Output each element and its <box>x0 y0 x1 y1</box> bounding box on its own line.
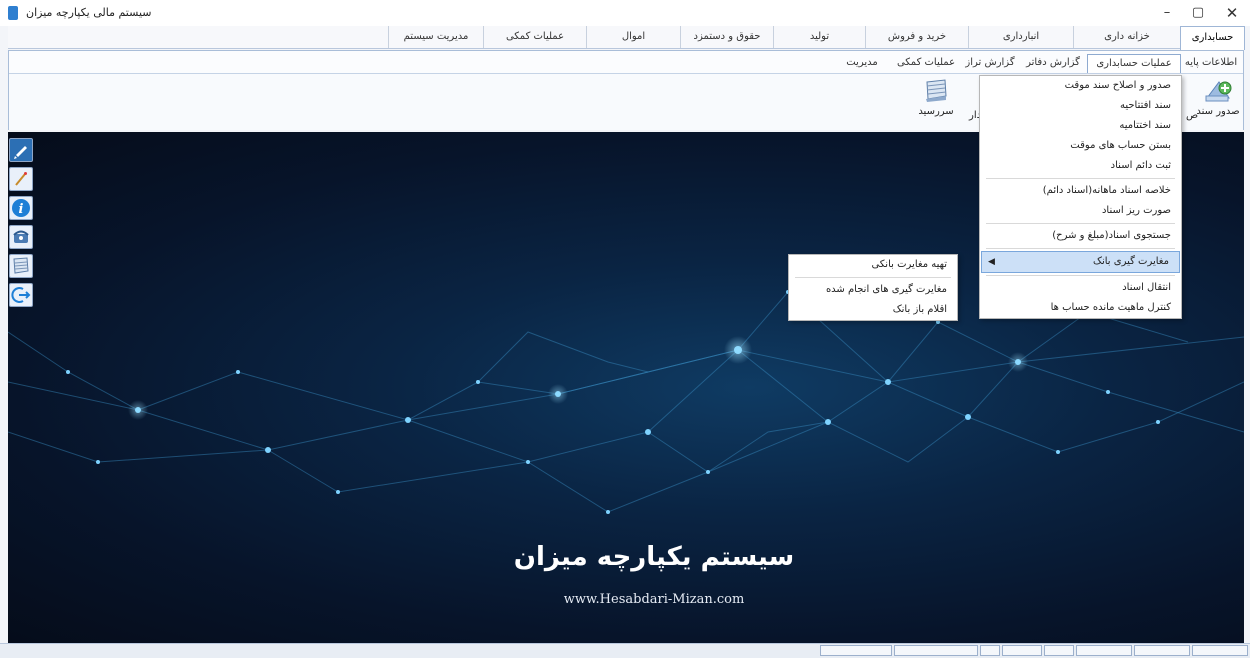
svg-text:i: i <box>19 202 24 217</box>
main-tab-assets[interactable]: اموال <box>586 26 680 48</box>
main-tab-auxiliary[interactable]: عملیات کمکی <box>483 26 586 48</box>
ribbon-tab-base-info[interactable]: اطلاعات پایه <box>1181 54 1241 72</box>
title-bar: سیستم مالی یکپارچه میزان – ▢ ✕ <box>0 0 1250 26</box>
info-icon[interactable]: i <box>9 196 33 220</box>
main-menu: حسابداری خزانه داری انبارداری خرید و فرو… <box>8 26 1245 50</box>
status-cell <box>1192 645 1248 656</box>
menu-item-bank-reconciliation[interactable]: مغایرت گیری بانک ◀ <box>981 251 1180 273</box>
main-tab-production[interactable]: تولید <box>773 26 865 48</box>
hero-title: سیستم یکپارچه میزان <box>513 542 795 572</box>
issue-document-button[interactable]: صدور سند <box>1195 76 1241 126</box>
ribbon-tab-accounting-ops[interactable]: عملیات حسابداری <box>1087 54 1181 73</box>
minimize-button[interactable]: – <box>1150 2 1184 24</box>
status-cell <box>820 645 892 656</box>
notebook-icon[interactable] <box>9 254 33 278</box>
app-icon <box>8 6 18 20</box>
issue-document-label: صدور سند <box>1196 106 1240 117</box>
edit-icon[interactable] <box>9 138 33 162</box>
ribbon-tab-management[interactable]: مدیریت <box>835 54 889 72</box>
menu-separator <box>795 277 951 278</box>
submenu-item-completed-reconciliations[interactable]: مغایرت گیری های انجام شده <box>789 280 957 300</box>
left-toolbar: i <box>9 138 33 358</box>
menu-item-balance-nature-check[interactable]: کنترل ماهیت مانده حساب ها <box>980 298 1181 318</box>
bank-reconciliation-submenu: تهیه مغایرت بانکی مغایرت گیری های انجام … <box>788 254 958 321</box>
phone-icon[interactable] <box>9 225 33 249</box>
ribbon-tab-balance-reports[interactable]: گزارش تراز <box>962 54 1018 72</box>
menu-item-document-details[interactable]: صورت ریز اسناد <box>980 201 1181 221</box>
logout-icon[interactable] <box>9 283 33 307</box>
status-cell <box>980 645 1000 656</box>
bank-reconciliation-label: مغایرت گیری بانک <box>1093 256 1169 267</box>
submenu-arrow-icon: ◀ <box>988 257 995 267</box>
close-button[interactable]: ✕ <box>1215 2 1249 24</box>
menu-separator <box>986 248 1175 249</box>
clipped-ribbon-text: ص <box>1186 110 1199 121</box>
menu-item-transfer-documents[interactable]: انتقال اسناد <box>980 278 1181 298</box>
due-date-button[interactable]: سررسید <box>913 76 959 126</box>
document-add-icon <box>1203 78 1233 104</box>
window-title: سیستم مالی یکپارچه میزان <box>26 6 152 19</box>
status-cell <box>1076 645 1132 656</box>
menu-separator <box>986 275 1175 276</box>
accounting-ops-dropdown: صدور و اصلاح سند موقت سند افتتاحیه سند ا… <box>979 75 1182 319</box>
menu-item-temp-document[interactable]: صدور و اصلاح سند موقت <box>980 76 1181 96</box>
menu-item-monthly-summary[interactable]: خلاصه اسناد ماهانه(اسناد دائم) <box>980 181 1181 201</box>
maximize-button[interactable]: ▢ <box>1181 2 1215 24</box>
main-tab-treasury[interactable]: خزانه داری <box>1073 26 1180 48</box>
main-tab-payroll[interactable]: حقوق و دستمزد <box>680 26 773 48</box>
menu-item-close-temp-accounts[interactable]: بستن حساب های موقت <box>980 136 1181 156</box>
website-url: www.Hesabdari-Mizan.com <box>563 592 745 607</box>
submenu-item-prepare-reconciliation[interactable]: تهیه مغایرت بانکی <box>789 255 957 275</box>
main-tab-system-admin[interactable]: مدیریت سیستم <box>388 26 483 48</box>
status-cell <box>1134 645 1190 656</box>
menu-item-search-documents[interactable]: جستجوی اسناد(مبلغ و شرح) <box>980 226 1181 246</box>
due-date-label: سررسید <box>918 106 954 117</box>
main-tab-inventory[interactable]: انبارداری <box>968 26 1073 48</box>
menu-item-post-permanent[interactable]: ثبت دائم اسناد <box>980 156 1181 176</box>
status-bar <box>0 643 1250 658</box>
status-cell <box>894 645 978 656</box>
main-tab-sales[interactable]: خرید و فروش <box>865 26 968 48</box>
menu-item-opening-document[interactable]: سند افتتاحیه <box>980 96 1181 116</box>
menu-separator <box>986 178 1175 179</box>
pencil-icon[interactable] <box>9 167 33 191</box>
calendar-book-icon <box>921 78 951 104</box>
menu-item-closing-document[interactable]: سند اختتامیه <box>980 116 1181 136</box>
status-cell <box>1002 645 1042 656</box>
ribbon-tab-auxiliary[interactable]: عملیات کمکی <box>892 54 960 72</box>
ribbon-tab-ledger-reports[interactable]: گزارش دفاتر <box>1020 54 1086 72</box>
submenu-item-open-bank-items[interactable]: اقلام باز بانک <box>789 300 957 320</box>
menu-separator <box>986 223 1175 224</box>
main-tab-accounting[interactable]: حسابداری <box>1180 26 1245 50</box>
status-cell <box>1044 645 1074 656</box>
